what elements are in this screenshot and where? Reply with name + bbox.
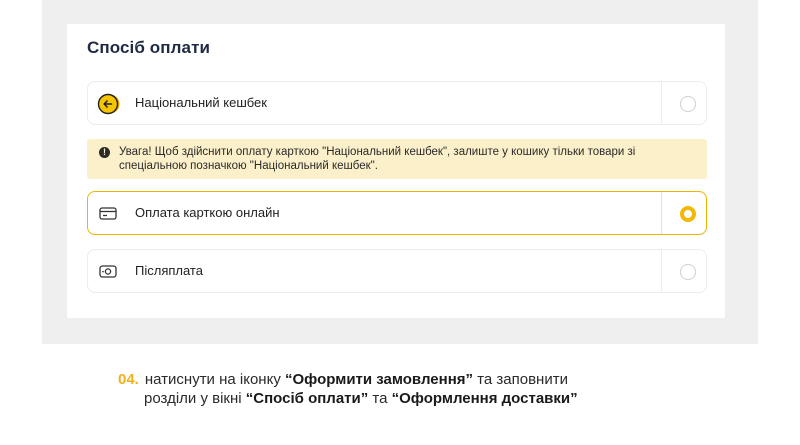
instruction-bold: “Оформити замовлення”: [285, 371, 474, 388]
instruction-part: та: [368, 390, 392, 407]
warning-banner: ! Увага! Щоб здійснити оплату карткою "Н…: [87, 139, 707, 179]
instruction-bold: “Оформлення доставки”: [391, 390, 578, 407]
divider: [661, 250, 662, 292]
divider: [661, 82, 662, 124]
instruction-bold: “Спосіб оплати”: [245, 390, 369, 407]
step-number: 04.: [118, 371, 139, 388]
payment-option-cashback[interactable]: Національний кешбек: [87, 81, 707, 125]
instruction-line-2: розділи у вікні “Спосіб оплати” та “Офор…: [118, 389, 758, 408]
instruction-part: розділи у вікні: [144, 390, 246, 407]
payment-option-card-online[interactable]: Оплата карткою онлайн: [87, 191, 707, 235]
exclamation-icon: !: [99, 147, 110, 158]
divider: [661, 192, 662, 234]
instruction-part: натиснути на іконку: [144, 371, 285, 388]
option-label: Національний кешбек: [135, 95, 267, 110]
warning-text: Увага! Щоб здійснити оплату карткою "Нац…: [119, 146, 636, 172]
section-title: Спосіб оплати: [87, 38, 211, 57]
option-label: Оплата карткою онлайн: [135, 205, 280, 220]
cashback-coin-icon: [97, 93, 120, 115]
radio-cashback[interactable]: [680, 96, 696, 112]
instruction-text: 04. натиснути на іконку “Оформити замовле…: [118, 370, 758, 408]
option-label: Післяплата: [135, 263, 203, 278]
payment-option-cod[interactable]: Післяплата: [87, 249, 707, 293]
instruction-part: та заповнити: [473, 371, 568, 388]
radio-card-online[interactable]: [680, 206, 696, 222]
cash-icon: [99, 265, 117, 278]
radio-cod[interactable]: [680, 264, 696, 280]
credit-card-icon: [99, 207, 117, 220]
